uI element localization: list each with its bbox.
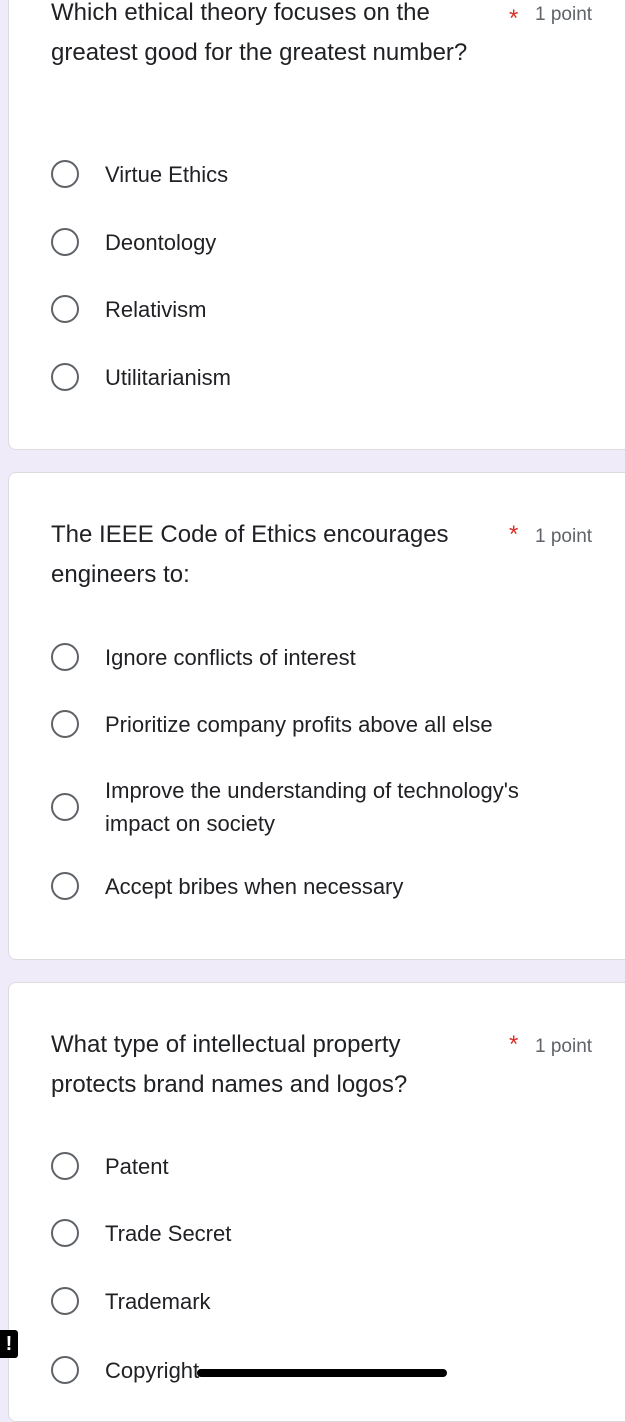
question-text: The IEEE Code of Ethics encourages engin…	[51, 521, 449, 588]
option-improve-understanding[interactable]: Improve the understanding of technology'…	[51, 769, 611, 845]
required-asterisk: *	[509, 521, 519, 548]
option-label: Copyright	[105, 1357, 200, 1383]
option-relativism[interactable]: Relativism	[51, 281, 611, 337]
option-virtue-ethics[interactable]: Virtue Ethics	[51, 146, 611, 202]
option-patent[interactable]: Patent	[51, 1138, 611, 1194]
option-label: Accept bribes when necessary	[105, 873, 404, 899]
option-label: Improve the understanding of technology'…	[105, 778, 519, 836]
question-text: Which ethical theory focuses on the grea…	[51, 0, 468, 66]
alert-icon[interactable]: !	[0, 1330, 18, 1358]
points-label: 1 point	[535, 1036, 593, 1057]
radio-button[interactable]	[51, 1287, 79, 1315]
radio-button[interactable]	[51, 363, 79, 391]
question-card-1: Which ethical theory focuses on the grea…	[8, 0, 625, 450]
option-prioritize-profits[interactable]: Prioritize company profits above all els…	[51, 696, 611, 752]
option-trademark[interactable]: Trademark	[51, 1273, 611, 1329]
radio-button[interactable]	[51, 872, 79, 900]
required-asterisk: *	[509, 1031, 519, 1058]
radio-button[interactable]	[51, 793, 79, 821]
option-utilitarianism[interactable]: Utilitarianism	[51, 349, 611, 405]
option-label: Prioritize company profits above all els…	[105, 711, 493, 737]
required-asterisk: *	[509, 5, 519, 32]
question-card-2: The IEEE Code of Ethics encourages engin…	[8, 472, 625, 960]
option-label: Ignore conflicts of interest	[105, 644, 356, 670]
radio-button[interactable]	[51, 228, 79, 256]
option-ignore-conflicts[interactable]: Ignore conflicts of interest	[51, 629, 611, 685]
radio-button[interactable]	[51, 1356, 79, 1384]
option-deontology[interactable]: Deontology	[51, 214, 611, 270]
home-indicator-bar[interactable]	[197, 1369, 447, 1377]
question-card-3: What type of intellectual property prote…	[8, 982, 625, 1422]
option-label: Virtue Ethics	[105, 161, 229, 187]
option-label: Deontology	[105, 229, 217, 255]
points-label: 1 point	[535, 4, 593, 25]
radio-button[interactable]	[51, 1152, 79, 1180]
option-label: Patent	[105, 1153, 169, 1179]
radio-button[interactable]	[51, 160, 79, 188]
option-trade-secret[interactable]: Trade Secret	[51, 1205, 611, 1261]
option-accept-bribes[interactable]: Accept bribes when necessary	[51, 858, 611, 914]
radio-button[interactable]	[51, 710, 79, 738]
option-label: Utilitarianism	[105, 364, 231, 390]
question-text: What type of intellectual property prote…	[51, 1031, 408, 1098]
option-label: Relativism	[105, 296, 207, 322]
option-label: Trademark	[105, 1288, 211, 1314]
radio-button[interactable]	[51, 295, 79, 323]
radio-button[interactable]	[51, 1219, 79, 1247]
option-label: Trade Secret	[105, 1220, 232, 1246]
points-label: 1 point	[535, 526, 593, 547]
radio-button[interactable]	[51, 643, 79, 671]
